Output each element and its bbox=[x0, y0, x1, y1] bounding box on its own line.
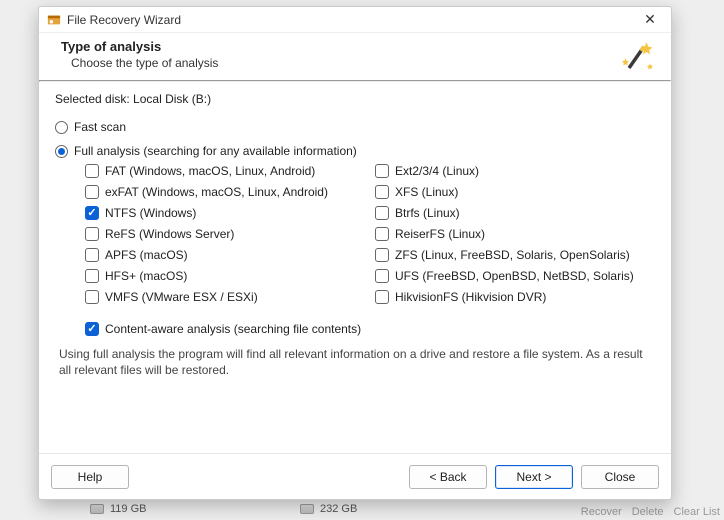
checkbox-label: VMFS (VMware ESX / ESXi) bbox=[105, 290, 258, 304]
wizard-header: Type of analysis Choose the type of anal… bbox=[39, 33, 671, 80]
wand-icon bbox=[615, 37, 657, 79]
checkbox-icon[interactable] bbox=[85, 185, 99, 199]
checkbox-fs[interactable]: exFAT (Windows, macOS, Linux, Android) bbox=[85, 185, 365, 199]
close-button[interactable]: Close bbox=[581, 465, 659, 489]
checkbox-label: HFS+ (macOS) bbox=[105, 269, 187, 283]
checkbox-fs[interactable]: Ext2/3/4 (Linux) bbox=[375, 164, 655, 178]
checkbox-fs[interactable]: APFS (macOS) bbox=[85, 248, 365, 262]
checkbox-fs[interactable]: HikvisionFS (Hikvision DVR) bbox=[375, 290, 655, 304]
drive-icon bbox=[90, 504, 104, 514]
checkbox-fs[interactable]: FAT (Windows, macOS, Linux, Android) bbox=[85, 164, 365, 178]
checkbox-icon[interactable] bbox=[375, 290, 389, 304]
checkbox-label: APFS (macOS) bbox=[105, 248, 188, 262]
checkbox-fs[interactable]: ReiserFS (Linux) bbox=[375, 227, 655, 241]
bg-actions: Recover Delete Clear List bbox=[581, 506, 720, 518]
checkbox-fs[interactable]: ReFS (Windows Server) bbox=[85, 227, 365, 241]
wizard-footer: Help < Back Next > Close bbox=[39, 453, 671, 499]
bg-action: Clear List bbox=[674, 506, 720, 518]
window-title: File Recovery Wizard bbox=[67, 13, 181, 27]
next-button[interactable]: Next > bbox=[495, 465, 573, 489]
titlebar: File Recovery Wizard ✕ bbox=[39, 7, 671, 33]
radio-fast-scan[interactable]: Fast scan bbox=[55, 120, 655, 134]
checkbox-icon[interactable] bbox=[85, 164, 99, 178]
checkbox-label: XFS (Linux) bbox=[395, 185, 458, 199]
checkbox-label: UFS (FreeBSD, OpenBSD, NetBSD, Solaris) bbox=[395, 269, 634, 283]
checkbox-icon[interactable] bbox=[85, 322, 99, 336]
checkbox-icon[interactable] bbox=[375, 269, 389, 283]
bg-action: Delete bbox=[632, 506, 664, 518]
checkbox-icon[interactable] bbox=[85, 269, 99, 283]
app-icon bbox=[47, 13, 61, 27]
checkbox-icon[interactable] bbox=[375, 164, 389, 178]
page-subtitle: Choose the type of analysis bbox=[71, 56, 655, 70]
filesystem-grid: FAT (Windows, macOS, Linux, Android) Ext2… bbox=[85, 164, 655, 304]
checkbox-icon[interactable] bbox=[85, 290, 99, 304]
checkbox-fs[interactable]: XFS (Linux) bbox=[375, 185, 655, 199]
checkbox-fs[interactable]: ZFS (Linux, FreeBSD, Solaris, OpenSolari… bbox=[375, 248, 655, 262]
checkbox-content-aware[interactable]: Content-aware analysis (searching file c… bbox=[85, 322, 655, 336]
checkbox-label: ReiserFS (Linux) bbox=[395, 227, 485, 241]
checkbox-label: ReFS (Windows Server) bbox=[105, 227, 234, 241]
checkbox-label: Ext2/3/4 (Linux) bbox=[395, 164, 479, 178]
page-title: Type of analysis bbox=[61, 39, 655, 54]
checkbox-fs[interactable]: Btrfs (Linux) bbox=[375, 206, 655, 220]
checkbox-label: FAT (Windows, macOS, Linux, Android) bbox=[105, 164, 315, 178]
bg-disk-item: 232 GB bbox=[300, 500, 357, 518]
checkbox-label: NTFS (Windows) bbox=[105, 206, 196, 220]
radio-icon[interactable] bbox=[55, 145, 68, 158]
bg-disk-size: 232 GB bbox=[320, 503, 357, 515]
checkbox-icon[interactable] bbox=[375, 248, 389, 262]
radio-label: Full analysis (searching for any availab… bbox=[74, 144, 357, 158]
checkbox-icon[interactable] bbox=[375, 185, 389, 199]
radio-full-analysis[interactable]: Full analysis (searching for any availab… bbox=[55, 144, 655, 158]
checkbox-label: HikvisionFS (Hikvision DVR) bbox=[395, 290, 546, 304]
close-icon[interactable]: ✕ bbox=[637, 11, 663, 28]
checkbox-fs[interactable]: HFS+ (macOS) bbox=[85, 269, 365, 283]
checkbox-icon[interactable] bbox=[85, 206, 99, 220]
checkbox-fs[interactable]: NTFS (Windows) bbox=[85, 206, 365, 220]
checkbox-icon[interactable] bbox=[85, 227, 99, 241]
radio-icon[interactable] bbox=[55, 121, 68, 134]
bg-disk-item: 119 GB bbox=[90, 500, 147, 518]
help-button[interactable]: Help bbox=[51, 465, 129, 489]
checkbox-label: Content-aware analysis (searching file c… bbox=[105, 322, 361, 336]
radio-label: Fast scan bbox=[74, 120, 126, 134]
hint-text: Using full analysis the program will fin… bbox=[59, 346, 651, 378]
back-button[interactable]: < Back bbox=[409, 465, 487, 489]
selected-disk-label: Selected disk: Local Disk (B:) bbox=[55, 92, 655, 106]
checkbox-label: exFAT (Windows, macOS, Linux, Android) bbox=[105, 185, 328, 199]
checkbox-icon[interactable] bbox=[85, 248, 99, 262]
bg-disk-size: 119 GB bbox=[110, 503, 147, 515]
wizard-dialog: File Recovery Wizard ✕ Type of analysis … bbox=[38, 6, 672, 500]
bg-action: Recover bbox=[581, 506, 622, 518]
checkbox-fs[interactable]: VMFS (VMware ESX / ESXi) bbox=[85, 290, 365, 304]
checkbox-icon[interactable] bbox=[375, 206, 389, 220]
drive-icon bbox=[300, 504, 314, 514]
checkbox-icon[interactable] bbox=[375, 227, 389, 241]
checkbox-fs[interactable]: UFS (FreeBSD, OpenBSD, NetBSD, Solaris) bbox=[375, 269, 655, 283]
checkbox-label: ZFS (Linux, FreeBSD, Solaris, OpenSolari… bbox=[395, 248, 630, 262]
wizard-body: Selected disk: Local Disk (B:) Fast scan… bbox=[39, 82, 671, 453]
checkbox-label: Btrfs (Linux) bbox=[395, 206, 460, 220]
